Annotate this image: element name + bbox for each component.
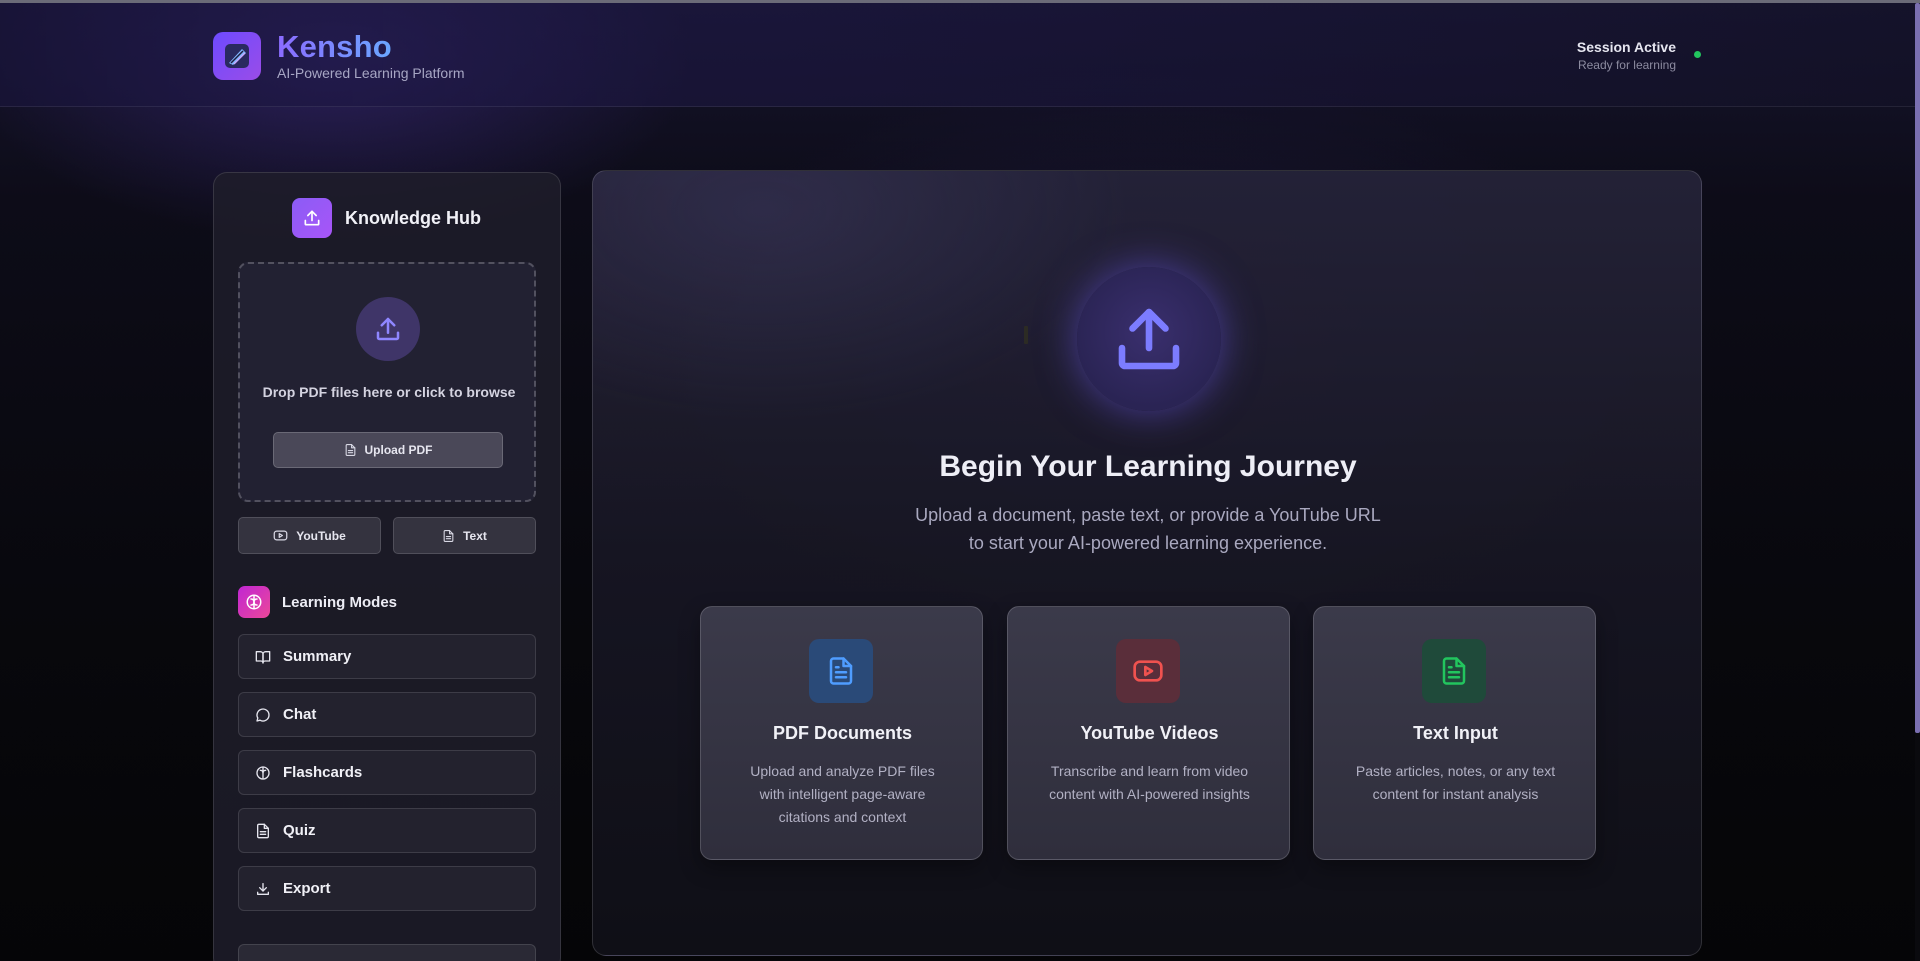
mode-label: Export <box>283 880 331 897</box>
feature-description: Transcribe and learn from video content … <box>1049 763 1250 802</box>
book-open-icon <box>255 650 271 664</box>
brain-icon <box>256 765 270 780</box>
sidebar-extra-panel <box>238 944 536 961</box>
mode-flashcards-button[interactable]: Flashcards <box>238 750 536 795</box>
brand-tagline: AI-Powered Learning Platform <box>277 65 465 81</box>
youtube-source-button[interactable]: YouTube <box>238 517 381 554</box>
youtube-icon <box>273 530 288 541</box>
feature-title: Text Input <box>1413 723 1498 743</box>
app-header: Kensho AI-Powered Learning Platform Sess… <box>0 3 1915 107</box>
hero-subtitle-line-2: to start your AI-powered learning experi… <box>968 533 1328 553</box>
mode-summary-button[interactable]: Summary <box>238 634 536 679</box>
pdf-dropzone[interactable]: Drop PDF files here or click to browse U… <box>238 262 536 502</box>
text-source-label: Text <box>463 528 487 543</box>
feature-card-pdf[interactable]: PDF Documents Upload and analyze PDF fil… <box>700 606 983 860</box>
dropzone-text: Drop PDF files here or click to browse <box>262 384 516 400</box>
mode-label: Flashcards <box>283 764 363 781</box>
brain-icon <box>238 586 270 618</box>
download-icon <box>257 882 269 895</box>
text-source-button[interactable]: Text <box>393 517 536 554</box>
file-icon <box>345 444 355 456</box>
mode-label: Summary <box>283 648 352 665</box>
session-status: Session Active Ready for learning <box>1577 39 1676 72</box>
mode-chat-button[interactable]: Chat <box>238 692 536 737</box>
session-status-label: Session Active <box>1576 39 1676 55</box>
mode-label: Quiz <box>283 822 316 839</box>
mode-export-button[interactable]: Export <box>238 866 536 911</box>
upload-pdf-button[interactable]: Upload PDF <box>273 432 503 468</box>
hero-subtitle-line-1: Upload a document, paste text, or provid… <box>915 505 1381 525</box>
mode-label: Chat <box>283 706 317 723</box>
status-indicator-dot <box>1694 51 1701 58</box>
feature-card-text[interactable]: Text Input Paste articles, notes, or any… <box>1313 606 1596 860</box>
feature-description: Upload and analyze PDF files with intell… <box>750 763 935 825</box>
main-panel: Begin Your Learning Journey Upload a doc… <box>592 170 1702 956</box>
upload-icon <box>1118 308 1180 370</box>
text-cursor <box>1024 326 1028 344</box>
feature-title: YouTube Videos <box>1080 723 1219 743</box>
logo-icon <box>225 44 249 68</box>
file-text-icon <box>443 529 454 542</box>
session-status-sub: Ready for learning <box>1577 58 1676 72</box>
chat-bubble-icon <box>256 707 270 722</box>
upload-icon <box>356 297 420 361</box>
brand-name: Kensho <box>277 29 392 64</box>
mode-quiz-button[interactable]: Quiz <box>238 808 536 853</box>
document-icon <box>257 823 269 838</box>
text-document-icon <box>1422 639 1486 703</box>
document-icon <box>809 639 873 703</box>
page-scrollbar-thumb[interactable] <box>1915 3 1920 733</box>
knowledge-hub-header: Knowledge Hub <box>292 198 481 238</box>
upload-icon <box>292 198 332 238</box>
youtube-icon <box>1116 639 1180 703</box>
learning-modes-title: Learning Modes <box>282 593 398 611</box>
youtube-source-label: YouTube <box>296 528 346 543</box>
hero-title: Begin Your Learning Journey <box>939 450 1357 483</box>
hero-upload-icon[interactable] <box>1077 267 1221 411</box>
hero-subtitle: Upload a document, paste text, or provid… <box>848 501 1448 557</box>
app-logo[interactable] <box>213 32 261 80</box>
knowledge-hub-title: Knowledge Hub <box>345 207 481 228</box>
learning-modes-header: Learning Modes <box>238 586 397 618</box>
sidebar: Knowledge Hub Drop PDF files here or cli… <box>213 172 561 961</box>
feature-description: Paste articles, notes, or any text conte… <box>1355 763 1556 802</box>
upload-pdf-label: Upload PDF <box>364 443 433 457</box>
feature-title: PDF Documents <box>772 723 913 743</box>
feature-card-youtube[interactable]: YouTube Videos Transcribe and learn from… <box>1007 606 1290 860</box>
